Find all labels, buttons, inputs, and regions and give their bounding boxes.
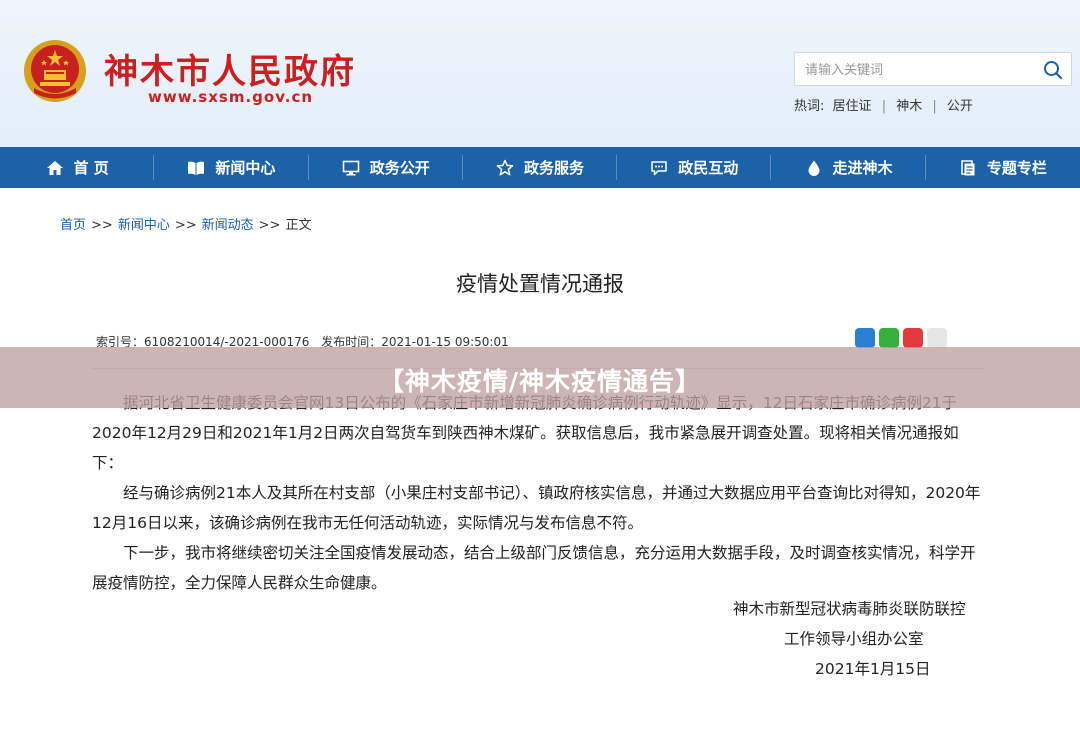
hot-word-public[interactable]: 公开 [947, 95, 973, 114]
copy-link-icon[interactable] [927, 328, 947, 348]
nav-item-label: 政民互动 [678, 159, 739, 177]
site-header: 神木市人民政府 www.sxsm.gov.cn 热词: 居住证 | 神木 | 公… [0, 0, 1080, 147]
site-name[interactable]: 神木市人民政府 [104, 44, 356, 93]
breadcrumb-home[interactable]: 首页 [60, 218, 86, 233]
breadcrumb-separator: >> [91, 218, 113, 233]
nav-item-interaction[interactable]: 政民互动 [617, 147, 772, 188]
breadcrumb: 首页 >> 新闻中心 >> 新闻动态 >> 正文 [60, 214, 311, 233]
nav-item-label: 新闻中心 [215, 159, 276, 177]
nav-item-label: 政务服务 [523, 159, 584, 177]
article-title: 疫情处置情况通报 [456, 272, 624, 296]
overlay-banner-text: 【神木疫情/神木疫情通告】 [378, 367, 702, 396]
share-bar [855, 328, 947, 348]
nav-item-label: 政务公开 [369, 159, 430, 177]
article-paragraph: 下一步，我市将继续密切关注全国疫情发展动态，结合上级部门反馈信息，充分运用大数据… [92, 544, 976, 592]
star-icon [496, 159, 514, 176]
monitor-icon [342, 160, 359, 175]
search-icon[interactable] [1043, 60, 1063, 80]
article-paragraph: 经与确诊病例21本人及其所在村支部（小果庄村支部书记）、镇政府核实信息，并通过大… [92, 484, 981, 532]
nav-item-label: 走进神木 [832, 159, 893, 177]
breadcrumb-current: 正文 [285, 218, 312, 233]
nav-item-gov-public[interactable]: 政务公开 [309, 147, 464, 188]
divider: | [932, 99, 937, 114]
nav-item-news[interactable]: 新闻中心 [154, 147, 309, 188]
book-icon [188, 161, 205, 175]
hot-words: 热词: 居住证 | 神木 | 公开 [794, 95, 973, 114]
nav-item-gov-service[interactable]: 政务服务 [463, 147, 618, 188]
breadcrumb-news-center[interactable]: 新闻中心 [118, 218, 170, 233]
nav-item-label: 首 页 [73, 159, 109, 177]
chat-icon [651, 160, 667, 175]
drop-icon [808, 160, 820, 176]
national-emblem-icon[interactable] [22, 38, 88, 104]
breadcrumb-separator: >> [258, 218, 281, 233]
signature-date: 2021年1月15日 [815, 660, 931, 678]
search-box [794, 52, 1072, 86]
document-icon [961, 159, 975, 175]
hot-words-label: 热词: [794, 99, 825, 114]
site-url[interactable]: www.sxsm.gov.cn [148, 88, 313, 106]
nav-item-about-shenmu[interactable]: 走进神木 [771, 147, 926, 188]
nav-item-label: 专题专栏 [986, 159, 1047, 177]
wechat-share-icon[interactable] [879, 328, 899, 348]
signature-org: 神木市新型冠状病毒肺炎联防联控 [733, 600, 966, 618]
main-nav: 首 页 新闻中心 政务公开 政务服务 政民互动 走进神木 专题专栏 [0, 147, 1080, 188]
qq-share-icon[interactable] [855, 328, 875, 348]
home-icon [46, 160, 63, 175]
nav-item-home[interactable]: 首 页 [0, 147, 155, 188]
breadcrumb-news-updates[interactable]: 新闻动态 [202, 218, 254, 233]
article-body: 据河北省卫生健康委员会官网13日公布的《石家庄市新增新冠肺炎确诊病例行动轨迹》显… [92, 388, 984, 598]
divider: | [881, 99, 887, 114]
signature-office: 工作领导小组办公室 [784, 630, 924, 648]
breadcrumb-separator: >> [174, 218, 197, 233]
hot-word-residence-permit[interactable]: 居住证 [833, 95, 872, 114]
hot-word-shenmu[interactable]: 神木 [896, 95, 922, 114]
weibo-share-icon[interactable] [903, 328, 923, 348]
search-input[interactable] [805, 59, 1035, 81]
nav-item-special-topics[interactable]: 专题专栏 [926, 147, 1080, 188]
